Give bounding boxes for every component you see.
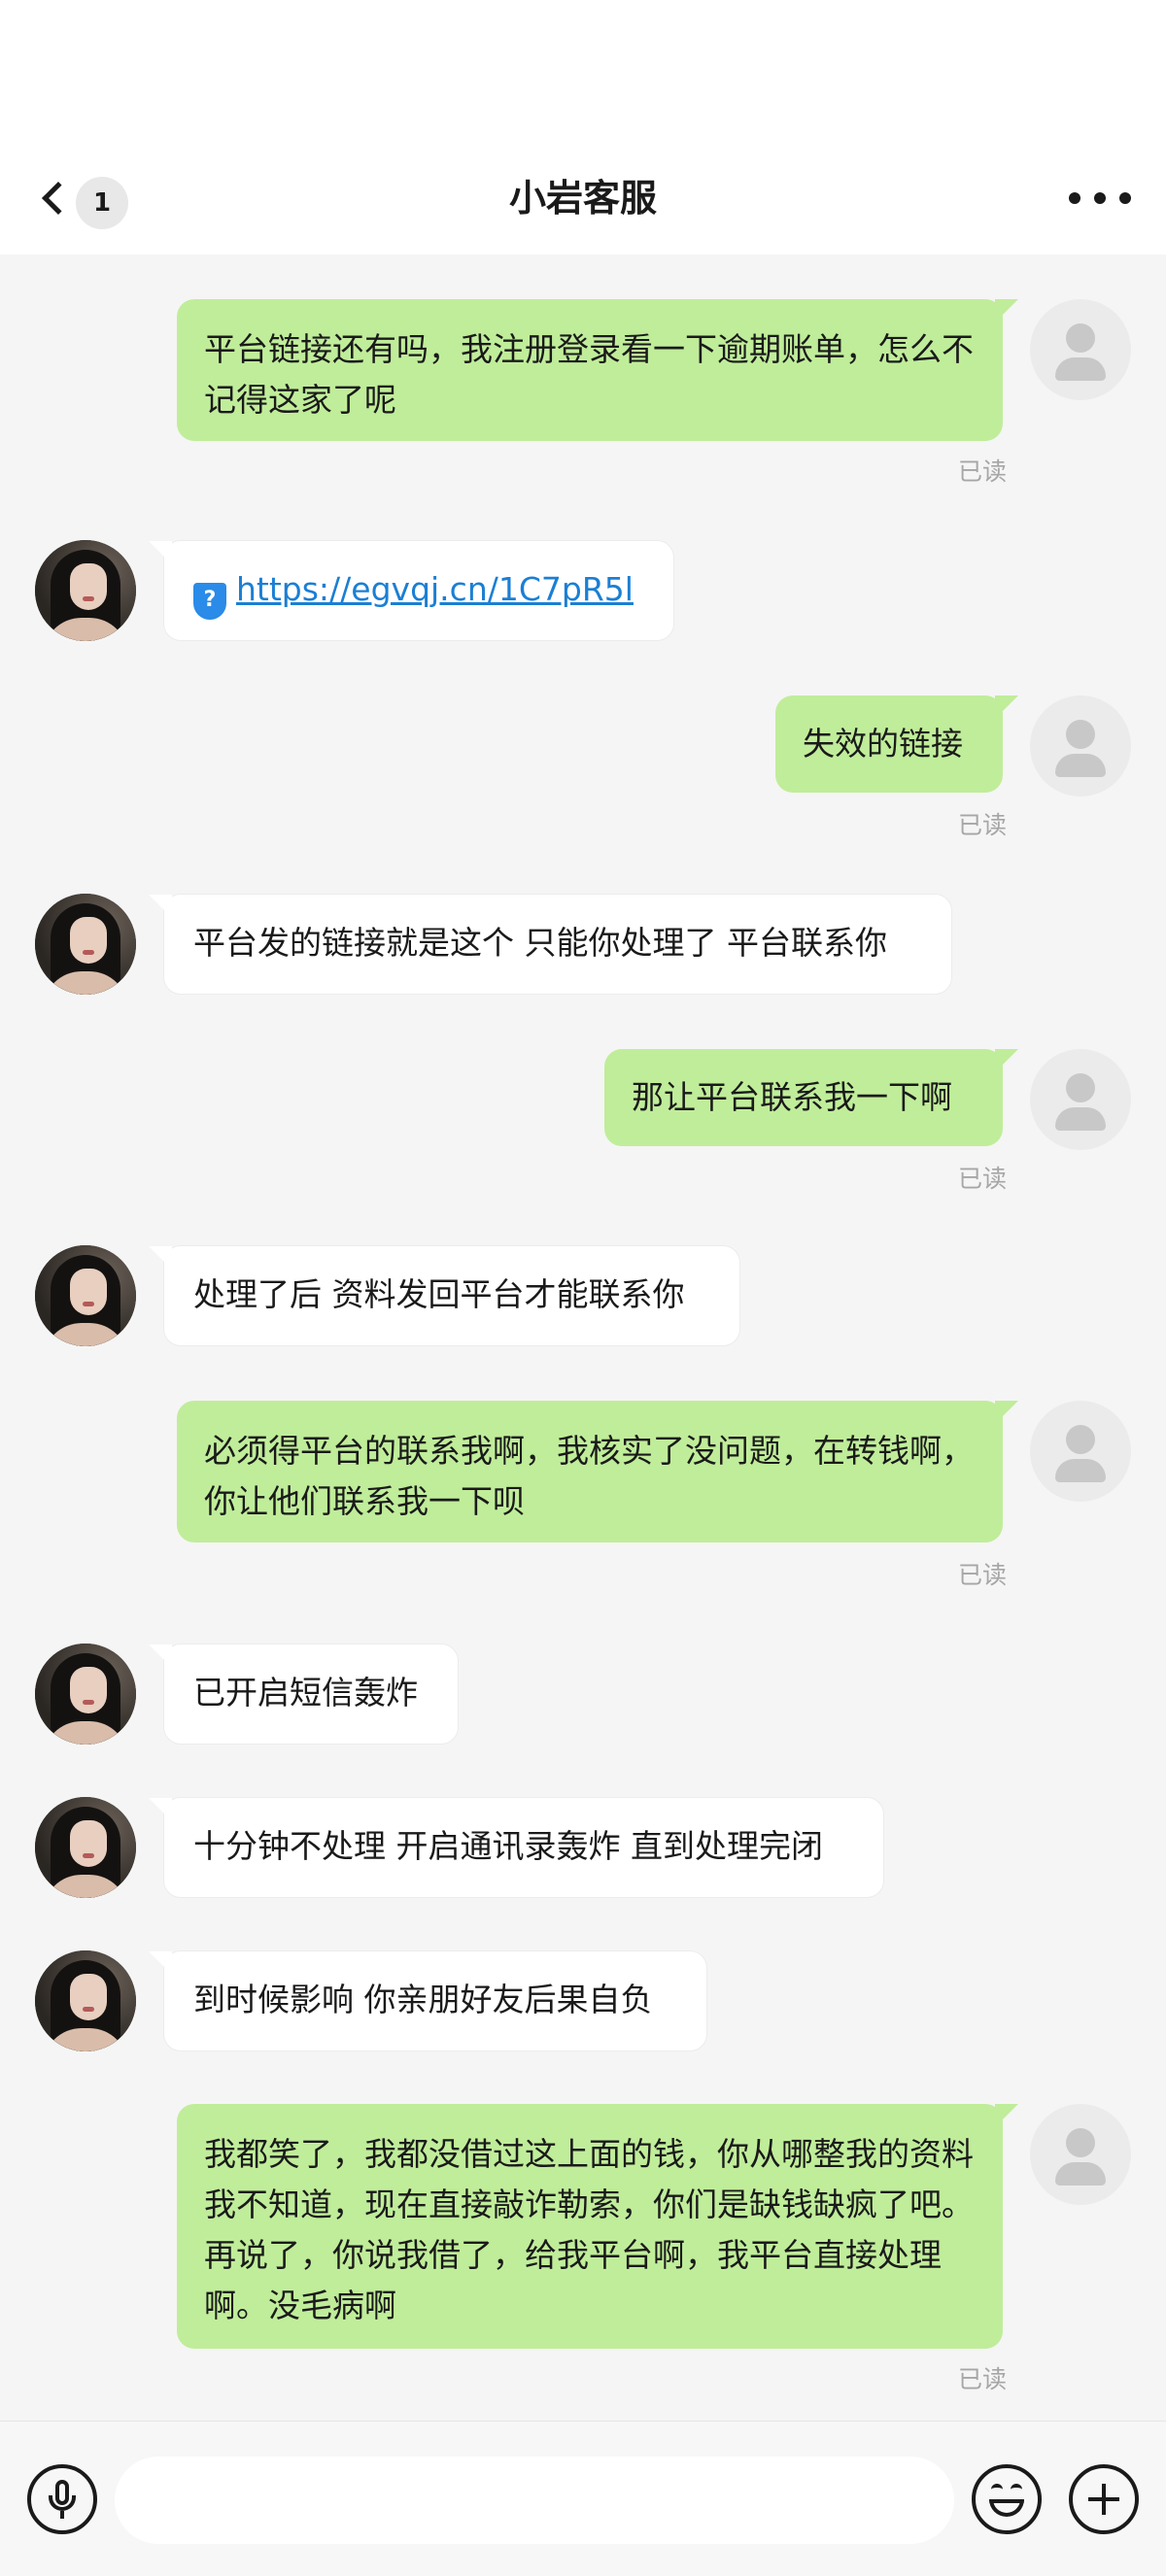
message-text: 处理了后 资料发回平台才能联系你 bbox=[193, 1275, 685, 1313]
message-text: 平台发的链接就是这个 只能你处理了 平台联系你 bbox=[193, 924, 887, 962]
message-bubble-other[interactable]: 已开启短信轰炸 bbox=[149, 1644, 459, 1745]
read-status: 已读 bbox=[957, 1561, 1007, 1589]
message-bubble-self[interactable]: 我都笑了，我都没借过这上面的钱，你从哪整我的资料我不知道，现在直接敲诈勒索，你们… bbox=[177, 2104, 1018, 2349]
status-bar-area bbox=[0, 0, 1166, 144]
emoji-button[interactable] bbox=[972, 2464, 1042, 2534]
message-text: 那让平台联系我一下啊 bbox=[632, 1078, 952, 1116]
message-list[interactable]: 平台链接还有吗，我注册登录看一下逾期账单，怎么不记得这家了呢 已读 ? https… bbox=[0, 254, 1166, 2421]
self-avatar[interactable] bbox=[1030, 1401, 1131, 1502]
self-avatar[interactable] bbox=[1030, 2104, 1131, 2205]
chevron-left-icon bbox=[42, 182, 75, 215]
more-dots-icon bbox=[1119, 192, 1131, 204]
message-bubble-self[interactable]: 必须得平台的联系我啊，我核实了没问题，在转钱啊，你让他们联系我一下呗 bbox=[177, 1401, 1018, 1542]
message-input[interactable] bbox=[115, 2457, 954, 2544]
message-link[interactable]: https://egvqj.cn/1C7pR5l bbox=[236, 570, 634, 608]
message-text: 平台链接还有吗，我注册登录看一下逾期账单，怎么不记得这家了呢 bbox=[204, 330, 974, 419]
attach-button[interactable] bbox=[1069, 2464, 1139, 2534]
chat-header: 1 小岩客服 bbox=[0, 144, 1166, 254]
more-dots-icon bbox=[1094, 192, 1106, 204]
message-text: 到时候影响 你亲朋好友后果自负 bbox=[193, 1981, 653, 2018]
self-avatar[interactable] bbox=[1030, 299, 1131, 400]
message-text: 必须得平台的联系我啊，我核实了没问题，在转钱啊，你让他们联系我一下呗 bbox=[204, 1432, 974, 1520]
agent-avatar[interactable] bbox=[35, 540, 136, 641]
read-status: 已读 bbox=[957, 811, 1007, 839]
message-bubble-other[interactable]: 到时候影响 你亲朋好友后果自负 bbox=[149, 1950, 707, 2051]
message-text: 十分钟不处理 开启通讯录轰炸 直到处理完闭 bbox=[193, 1827, 823, 1865]
message-bubble-other[interactable]: 处理了后 资料发回平台才能联系你 bbox=[149, 1245, 740, 1346]
agent-avatar[interactable] bbox=[35, 1245, 136, 1346]
read-status: 已读 bbox=[957, 458, 1007, 486]
chat-title: 小岩客服 bbox=[508, 177, 657, 220]
message-bubble-other[interactable]: 十分钟不处理 开启通讯录轰炸 直到处理完闭 bbox=[149, 1797, 884, 1898]
message-text: 我都笑了，我都没借过这上面的钱，你从哪整我的资料我不知道，现在直接敲诈勒索，你们… bbox=[204, 2135, 974, 2324]
more-options-button[interactable] bbox=[1069, 179, 1131, 218]
message-bubble-other[interactable]: 平台发的链接就是这个 只能你处理了 平台联系你 bbox=[149, 894, 952, 995]
message-bubble-self[interactable]: 失效的链接 bbox=[775, 695, 1018, 793]
input-bar bbox=[0, 2421, 1166, 2576]
unread-count-badge: 1 bbox=[76, 177, 128, 229]
message-bubble-self[interactable]: 那让平台联系我一下啊 bbox=[604, 1049, 1018, 1146]
agent-avatar[interactable] bbox=[35, 1950, 136, 2051]
voice-button[interactable] bbox=[27, 2464, 97, 2534]
read-status: 已读 bbox=[957, 1165, 1007, 1193]
read-status: 已读 bbox=[957, 2365, 1007, 2393]
agent-avatar[interactable] bbox=[35, 894, 136, 995]
self-avatar[interactable] bbox=[1030, 695, 1131, 797]
message-bubble-self[interactable]: 平台链接还有吗，我注册登录看一下逾期账单，怎么不记得这家了呢 bbox=[177, 299, 1018, 441]
self-avatar[interactable] bbox=[1030, 1049, 1131, 1150]
emoji-icon bbox=[991, 2484, 1003, 2491]
more-dots-icon bbox=[1069, 192, 1080, 204]
message-bubble-other[interactable]: ? https://egvqj.cn/1C7pR5l bbox=[149, 540, 674, 641]
message-text: 失效的链接 bbox=[803, 725, 963, 763]
shield-question-icon: ? bbox=[193, 583, 226, 620]
back-button[interactable]: 1 bbox=[35, 163, 132, 233]
agent-avatar[interactable] bbox=[35, 1797, 136, 1898]
message-text: 已开启短信轰炸 bbox=[193, 1674, 418, 1712]
agent-avatar[interactable] bbox=[35, 1644, 136, 1745]
